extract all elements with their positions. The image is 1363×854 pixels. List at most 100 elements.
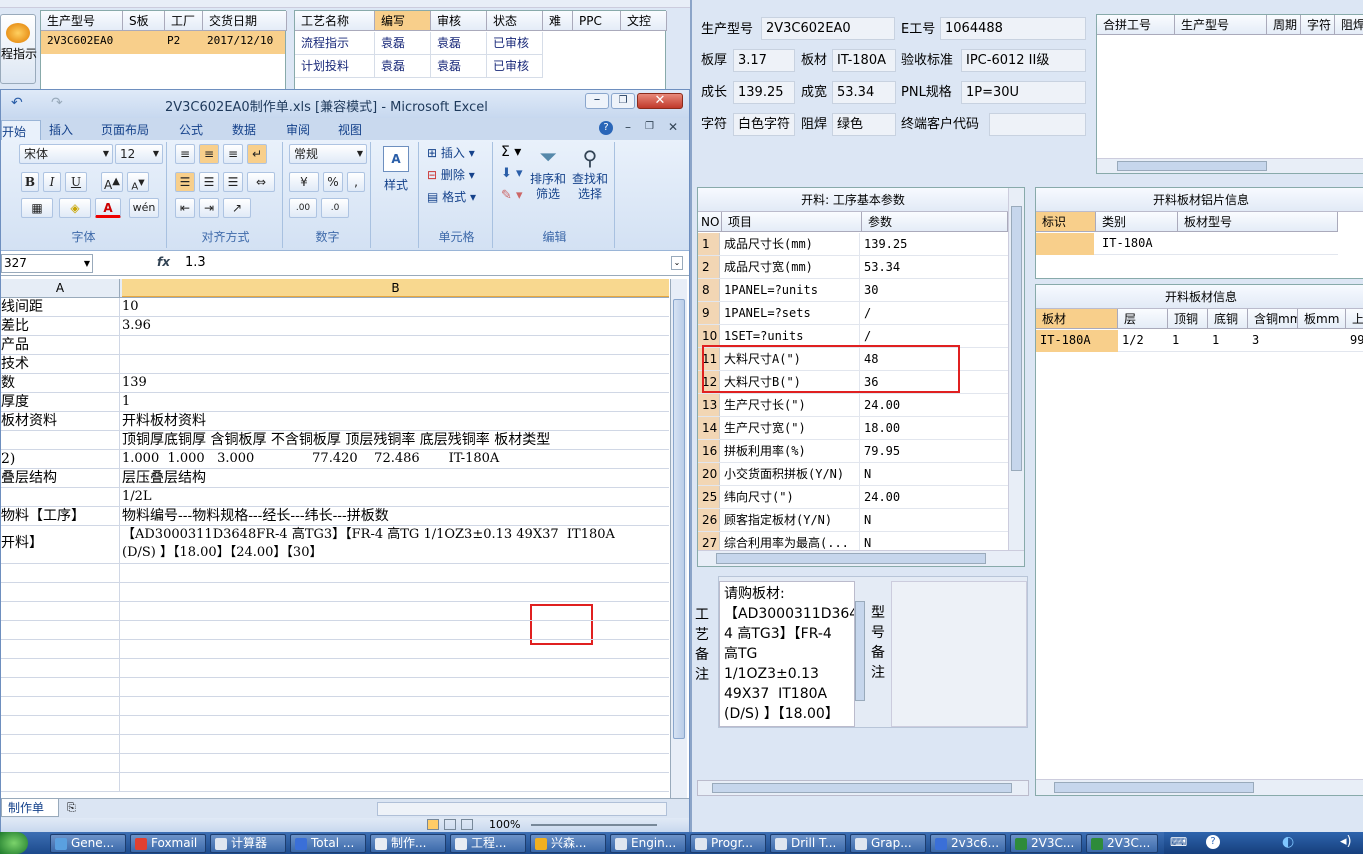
param-row[interactable]: 8 1PANEL=?units 30 [698, 279, 1008, 302]
table-row[interactable]: 叠层结构 层压叠层结构 [1, 469, 669, 488]
standard-field[interactable]: IPC-6012 II级 [961, 49, 1086, 72]
cell-b[interactable]: 开料板材资料 [122, 412, 669, 430]
param-row[interactable]: 27 综合利用率为最高(... N [698, 532, 1008, 551]
keyboard-icon[interactable]: ⌨ [1170, 835, 1187, 849]
minimize-button[interactable]: – [585, 93, 609, 109]
column-header-b[interactable]: B [122, 279, 669, 297]
table-row[interactable]: 顶铜厚底铜厚 含铜板厚 不含铜板厚 顶层残铜率 底层残铜率 板材类型 [1, 431, 669, 450]
cell-b[interactable] [122, 355, 669, 373]
param-row[interactable]: 25 纬向尺寸(") 24.00 [698, 486, 1008, 509]
cell-a[interactable] [1, 431, 120, 449]
thickness-field[interactable]: 3.17 [733, 49, 795, 72]
bottom-scrollbar[interactable] [697, 780, 1029, 796]
table-row[interactable]: 1/2L [1, 488, 669, 507]
merge-scroll-thumb[interactable] [1117, 161, 1267, 171]
param-row[interactable]: 16 拼板利用率(%) 79.95 [698, 440, 1008, 463]
increase-decimal-icon[interactable]: .00 [289, 198, 317, 218]
volume-icon[interactable]: ◂) [1340, 834, 1352, 849]
formula-input[interactable]: 1.3 [177, 254, 671, 273]
wrap-text-icon[interactable]: ↵ [247, 144, 267, 164]
function-icon[interactable]: fx [157, 255, 170, 269]
order-grid-row[interactable]: 2V3C602EA0 P2 2017/12/10 [41, 31, 285, 54]
process-grid-header[interactable]: 审核 [431, 11, 487, 31]
phonetic-icon[interactable]: wén [129, 198, 159, 218]
board-header[interactable]: 层 [1118, 309, 1168, 329]
cell-b[interactable]: 层压叠层结构 [122, 469, 669, 487]
merge-header[interactable]: 生产型号 [1175, 15, 1267, 35]
new-sheet-icon[interactable]: ⎘ [67, 801, 76, 815]
borders-icon[interactable]: ▦ [21, 198, 53, 218]
table-row[interactable] [1, 716, 669, 735]
params-header-item[interactable]: 项目 [722, 212, 862, 232]
cell-b[interactable]: 【AD3000311D3648FR-4 高TG3】【FR-4 高TG 1/1OZ… [122, 526, 669, 563]
ribbon-restore-icon[interactable]: ❐ [645, 121, 654, 132]
ribbon-close-icon[interactable]: ✕ [668, 120, 678, 134]
sheet-tab[interactable]: 制作单 [1, 799, 59, 817]
table-row[interactable] [1, 640, 669, 659]
width-field[interactable]: 53.34 [832, 81, 896, 104]
process-writer-cell[interactable]: 袁磊 [375, 32, 431, 55]
undo-icon[interactable]: ↶ [11, 95, 23, 111]
length-field[interactable]: 139.25 [733, 81, 795, 104]
chip-row[interactable]: IT-180A [1036, 233, 1338, 255]
process-grid-header[interactable]: 状态 [487, 11, 543, 31]
params-header-value[interactable]: 参数 [862, 212, 1008, 232]
cell-a[interactable]: 叠层结构 [1, 469, 120, 487]
board-header[interactable]: 板mm [1298, 309, 1346, 329]
taskbar-item[interactable]: 2V3C... [1010, 834, 1082, 853]
board-header[interactable]: 含铜mm [1248, 309, 1298, 329]
horizontal-scrollbar[interactable] [377, 802, 667, 816]
align-middle-icon[interactable]: ≡ [199, 144, 219, 164]
table-row[interactable] [1, 697, 669, 716]
start-button[interactable] [0, 832, 28, 854]
number-format-select[interactable]: 常规 ▼ [289, 144, 367, 164]
currency-icon[interactable]: ¥ [289, 172, 319, 192]
table-row[interactable]: 产品 [1, 336, 669, 355]
param-row[interactable]: 26 顾客指定板材(Y/N) N [698, 509, 1008, 532]
name-box[interactable]: 327 ▼ [1, 254, 93, 273]
redo-icon[interactable]: ↷ [51, 95, 63, 111]
zoom-slider[interactable] [531, 824, 657, 826]
cell-a[interactable]: 技术 [1, 355, 120, 373]
table-row[interactable] [1, 754, 669, 773]
merge-scrollbar[interactable] [1097, 158, 1363, 173]
column-header-a[interactable]: A [1, 279, 120, 297]
view-normal-icon[interactable] [427, 819, 439, 830]
table-row[interactable]: 开料】 【AD3000311D3648FR-4 高TG3】【FR-4 高TG 1/… [1, 526, 669, 564]
align-right-icon[interactable]: ☰ [223, 172, 243, 192]
tab-home[interactable]: 开始 [1, 120, 41, 140]
table-row[interactable]: 技术 [1, 355, 669, 374]
process-writer-cell[interactable]: 袁磊 [375, 55, 431, 78]
cell-b[interactable]: 10 [122, 298, 669, 316]
merge-header[interactable]: 合拼工号 [1097, 15, 1175, 35]
taskbar-item[interactable]: Gene... [50, 834, 126, 853]
params-hscroll-thumb[interactable] [716, 553, 986, 564]
param-row[interactable]: 14 生产尺寸宽(") 18.00 [698, 417, 1008, 440]
maximize-button[interactable]: ❐ [611, 93, 635, 109]
taskbar-item[interactable]: Progr... [690, 834, 766, 853]
delete-cells-button[interactable]: ⊟ 删除 ▾ [427, 166, 475, 183]
cell-a[interactable]: 数 [1, 374, 120, 392]
cell-a[interactable]: 物料【工序】 [1, 507, 120, 525]
fill-icon[interactable]: ⬇ ▾ [501, 166, 523, 181]
tab-view[interactable]: 视图 [338, 121, 362, 138]
merge-header[interactable]: 字符 [1301, 15, 1335, 35]
decrease-decimal-icon[interactable]: .0 [321, 198, 349, 218]
cell-b[interactable]: 物料编号---物料规格---经长---纬长---拼板数 [122, 507, 669, 525]
format-cells-button[interactable]: ▤ 格式 ▾ [427, 188, 476, 205]
type-memo-text[interactable] [891, 581, 1027, 727]
table-row[interactable] [1, 602, 669, 621]
merge-center-icon[interactable]: ⇔ [247, 172, 275, 192]
styles-button[interactable]: A 样式 [377, 146, 415, 208]
param-row[interactable]: 1 成品尺寸长(mm) 139.25 [698, 233, 1008, 256]
params-hscrollbar[interactable] [698, 550, 1024, 566]
fill-color-icon[interactable]: ◈ [59, 198, 91, 218]
bottom-scroll-thumb[interactable] [712, 783, 1012, 793]
align-center-icon[interactable]: ☰ [199, 172, 219, 192]
taskbar-item[interactable]: 2v3c6... [930, 834, 1006, 853]
merge-header[interactable]: 阻焊 [1335, 15, 1363, 35]
comma-icon[interactable]: , [347, 172, 365, 192]
cell-a[interactable] [1, 488, 120, 506]
cell-b[interactable]: 1 [122, 393, 669, 411]
order-grid-header[interactable]: S板 [123, 11, 165, 31]
